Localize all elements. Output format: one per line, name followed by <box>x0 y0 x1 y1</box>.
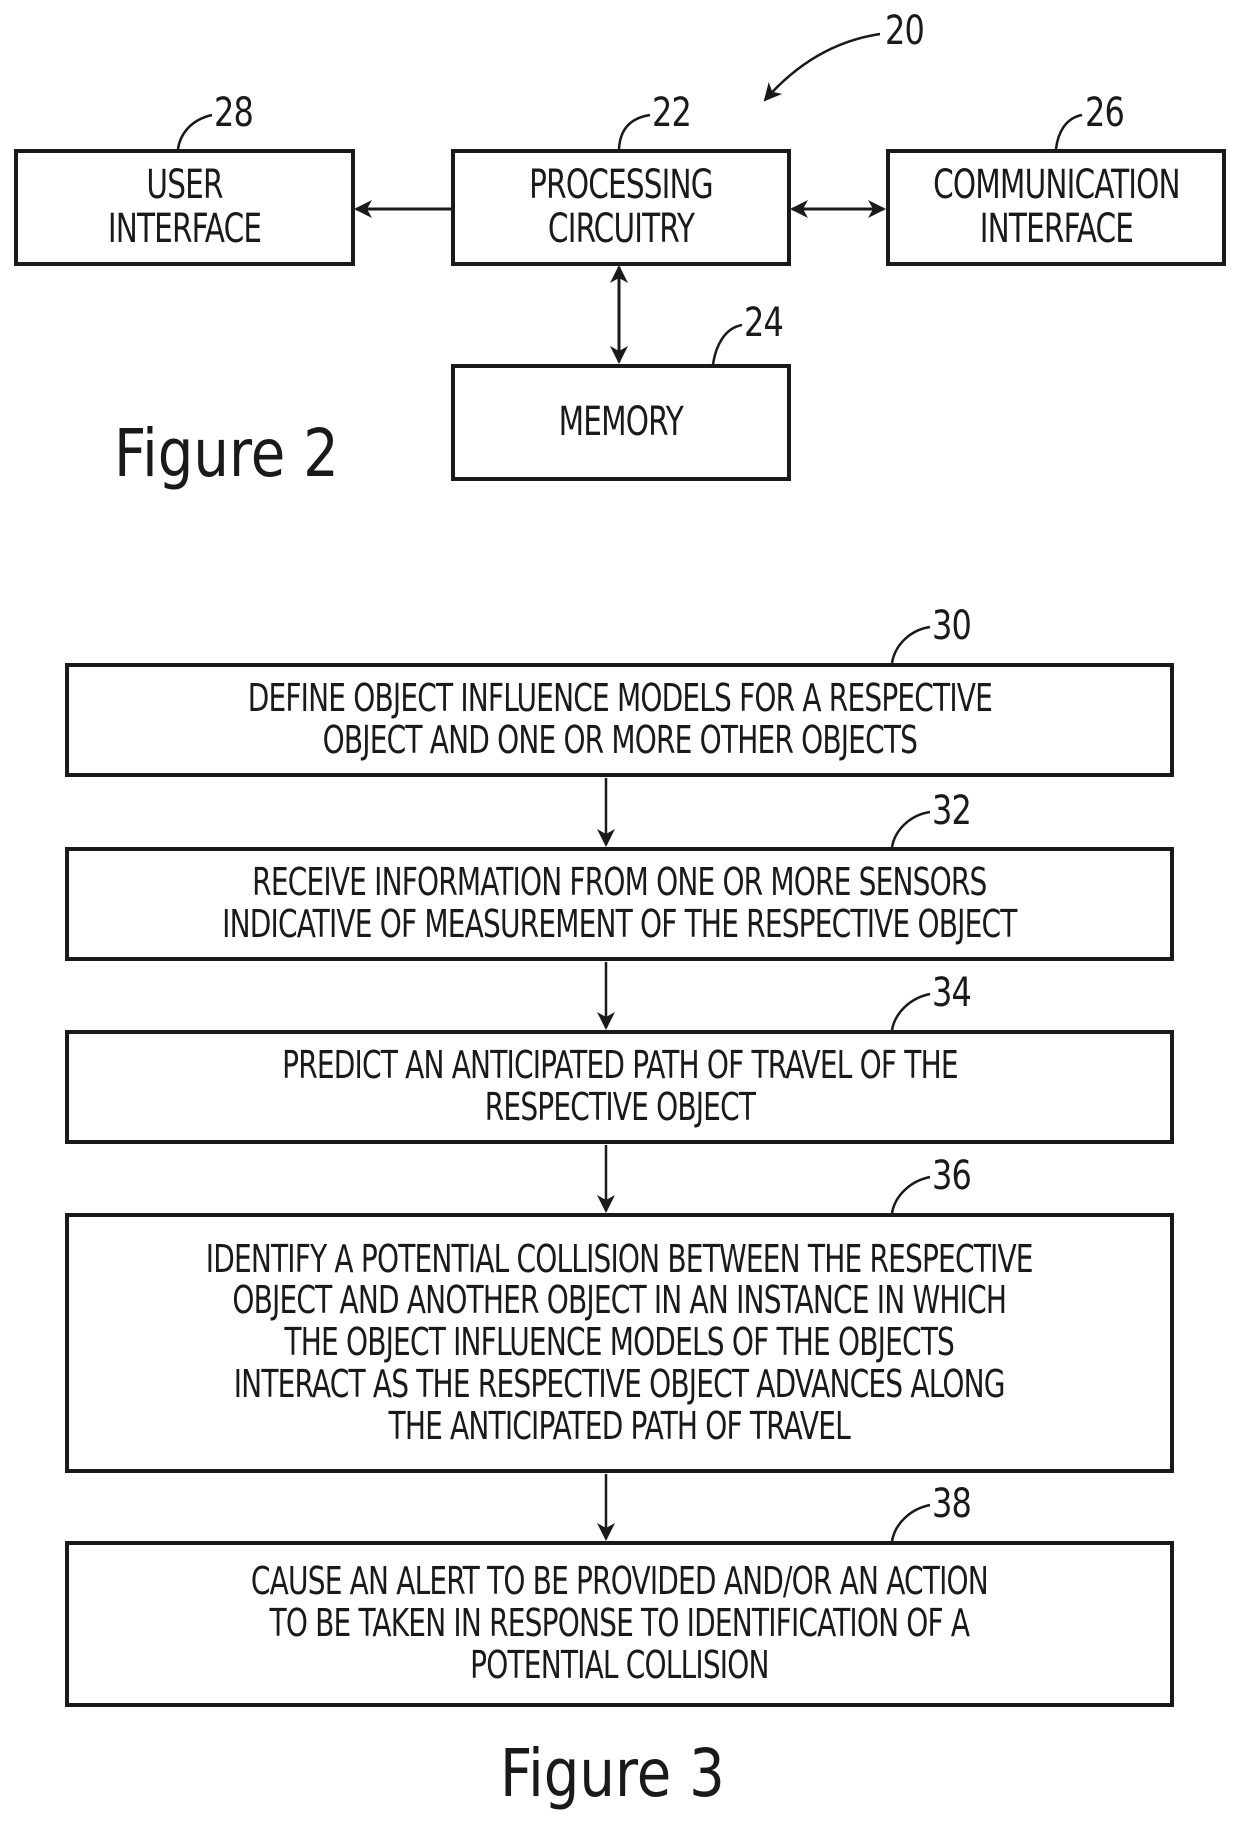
flow-step-identify-collision: IDENTIFY A POTENTIAL COLLISION BETWEEN T… <box>65 1213 1174 1473</box>
step-label: PREDICT AN ANTICIPATED PATH OF TRAVEL OF… <box>281 1043 958 1129</box>
block-label: COMMUNICATION INTERFACE <box>932 162 1181 252</box>
step-label: RECEIVE INFORMATION FROM ONE OR MORE SEN… <box>222 860 1017 946</box>
leader-line-22 <box>617 113 651 150</box>
ref-number-step-34: 34 <box>932 970 972 1016</box>
block-label: USER INTERFACE <box>107 162 262 252</box>
flow-step-cause-alert: CAUSE AN ALERT TO BE PROVIDED AND/OR AN … <box>65 1541 1174 1707</box>
figure-2-caption: Figure 2 <box>114 415 339 492</box>
leader-line-30 <box>890 625 931 664</box>
ref-number-step-32: 32 <box>932 788 972 834</box>
flow-step-predict-path: PREDICT AN ANTICIPATED PATH OF TRAVEL OF… <box>65 1030 1174 1144</box>
leader-line-24 <box>711 323 743 365</box>
ref-number-user-interface: 28 <box>214 90 254 136</box>
leader-line-38 <box>890 1503 931 1542</box>
ref-number-step-38: 38 <box>932 1481 972 1527</box>
ref-number-memory: 24 <box>744 300 784 346</box>
block-memory: MEMORY <box>451 364 791 481</box>
ref-number-system: 20 <box>885 8 925 54</box>
flow-step-receive-information: RECEIVE INFORMATION FROM ONE OR MORE SEN… <box>65 847 1174 961</box>
leader-line-26 <box>1054 113 1083 150</box>
step-label: CAUSE AN ALERT TO BE PROVIDED AND/OR AN … <box>250 1559 989 1687</box>
block-processing-circuitry: PROCESSING CIRCUITRY <box>451 149 791 266</box>
ref-number-step-36: 36 <box>932 1153 972 1199</box>
ref-number-processing-circuitry: 22 <box>652 90 692 136</box>
step-label: IDENTIFY A POTENTIAL COLLISION BETWEEN T… <box>206 1236 1034 1448</box>
ref-number-communication-interface: 26 <box>1085 90 1125 136</box>
block-communication-interface: COMMUNICATION INTERFACE <box>886 149 1226 266</box>
leader-line-20 <box>763 32 881 102</box>
leader-line-36 <box>890 1175 931 1214</box>
leader-line-28 <box>176 113 213 150</box>
block-user-interface: USER INTERFACE <box>14 149 355 266</box>
leader-line-34 <box>890 992 931 1031</box>
block-label: MEMORY <box>558 398 684 445</box>
leader-line-32 <box>890 810 931 848</box>
figure-3-caption: Figure 3 <box>500 1735 725 1812</box>
block-label: PROCESSING CIRCUITRY <box>529 162 714 252</box>
ref-number-step-30: 30 <box>932 603 972 649</box>
step-label: DEFINE OBJECT INFLUENCE MODELS FOR A RES… <box>247 676 992 762</box>
flow-step-define-models: DEFINE OBJECT INFLUENCE MODELS FOR A RES… <box>65 663 1174 777</box>
